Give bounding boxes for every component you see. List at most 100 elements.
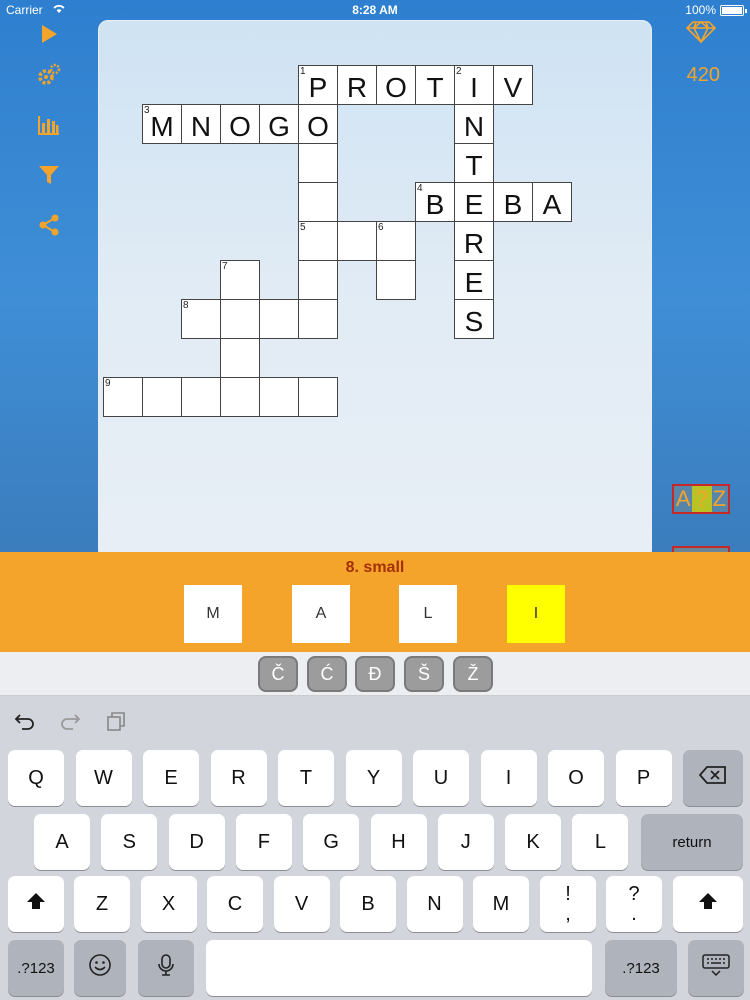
hide-keyboard-key[interactable] bbox=[688, 940, 744, 996]
grid-cell[interactable]: O bbox=[376, 65, 416, 105]
answer-box-active[interactable]: I bbox=[507, 585, 565, 643]
key-h[interactable]: H bbox=[370, 814, 427, 870]
key-question-period[interactable]: ?. bbox=[606, 876, 662, 932]
special-char-key[interactable]: Ć bbox=[307, 656, 347, 692]
grid-cell[interactable]: R bbox=[454, 221, 494, 261]
space-key[interactable] bbox=[206, 940, 592, 996]
grid-cell[interactable]: N bbox=[181, 104, 221, 144]
grid-cell[interactable]: R bbox=[337, 65, 377, 105]
key-n[interactable]: N bbox=[406, 876, 463, 932]
grid-cell[interactable]: 7 bbox=[220, 260, 260, 300]
grid-cell[interactable] bbox=[337, 221, 377, 261]
grid-cell[interactable] bbox=[259, 299, 299, 339]
key-j[interactable]: J bbox=[437, 814, 494, 870]
settings-icon[interactable] bbox=[36, 62, 62, 88]
grid-cell[interactable]: N bbox=[454, 104, 494, 144]
emoji-key[interactable] bbox=[74, 940, 126, 996]
key-v[interactable]: V bbox=[273, 876, 330, 932]
grid-cell[interactable] bbox=[220, 377, 260, 417]
grid-cell[interactable]: 1P bbox=[298, 65, 338, 105]
grid-cell[interactable]: 8 bbox=[181, 299, 221, 339]
special-char-key[interactable]: Č bbox=[258, 656, 298, 692]
special-char-key[interactable]: Ž bbox=[453, 656, 493, 692]
key-u[interactable]: U bbox=[413, 750, 469, 806]
grid-cell[interactable]: 4B bbox=[415, 182, 455, 222]
microphone-key[interactable] bbox=[138, 940, 194, 996]
grid-cell[interactable]: V bbox=[493, 65, 533, 105]
key-y[interactable]: Y bbox=[345, 750, 402, 806]
grid-cell[interactable] bbox=[376, 260, 416, 300]
grid-cell[interactable] bbox=[220, 338, 260, 378]
key-r[interactable]: R bbox=[210, 750, 267, 806]
grid-cell[interactable] bbox=[259, 377, 299, 417]
return-key[interactable]: return bbox=[641, 814, 743, 870]
shift-icon bbox=[25, 891, 47, 917]
grid-cell[interactable] bbox=[142, 377, 182, 417]
shift-key-left[interactable] bbox=[8, 876, 64, 932]
grid-cell[interactable]: T bbox=[415, 65, 455, 105]
numbers-key-right[interactable]: .?123 bbox=[605, 940, 677, 996]
cell-letter: O bbox=[385, 72, 407, 103]
key-e[interactable]: E bbox=[143, 750, 199, 806]
paste-icon[interactable] bbox=[103, 710, 129, 732]
grid-cell[interactable]: G bbox=[259, 104, 299, 144]
share-icon[interactable] bbox=[36, 212, 62, 238]
reveal-hint-button[interactable]: A ? Z bbox=[672, 484, 730, 514]
grid-cell[interactable]: E bbox=[454, 260, 494, 300]
key-k[interactable]: K bbox=[505, 814, 562, 870]
grid-cell[interactable]: 9 bbox=[103, 377, 143, 417]
grid-cell[interactable] bbox=[298, 182, 338, 222]
grid-cell[interactable]: B bbox=[493, 182, 533, 222]
redo-icon[interactable] bbox=[57, 710, 83, 732]
grid-cell[interactable] bbox=[298, 377, 338, 417]
answer-box[interactable]: M bbox=[184, 585, 242, 643]
key-m[interactable]: M bbox=[473, 876, 529, 932]
grid-cell[interactable] bbox=[298, 143, 338, 183]
key-t[interactable]: T bbox=[278, 750, 334, 806]
grid-cell[interactable]: T bbox=[454, 143, 494, 183]
backspace-key[interactable] bbox=[683, 750, 743, 806]
key-c[interactable]: C bbox=[207, 876, 263, 932]
key-q[interactable]: Q bbox=[8, 750, 64, 806]
key-p[interactable]: P bbox=[615, 750, 672, 806]
stats-icon[interactable] bbox=[36, 112, 62, 138]
cell-letter: R bbox=[463, 228, 485, 259]
key-s[interactable]: S bbox=[101, 814, 158, 870]
shift-key-right[interactable] bbox=[673, 876, 743, 932]
key-z[interactable]: Z bbox=[74, 876, 130, 932]
grid-cell[interactable]: E bbox=[454, 182, 494, 222]
key-exclamation-comma[interactable]: !, bbox=[540, 876, 596, 932]
grid-cell[interactable]: O bbox=[220, 104, 260, 144]
key-i[interactable]: I bbox=[480, 750, 537, 806]
play-icon[interactable] bbox=[36, 21, 62, 47]
grid-cell[interactable]: 3M bbox=[142, 104, 182, 144]
filter-icon[interactable] bbox=[36, 162, 62, 188]
grid-cell[interactable]: A bbox=[532, 182, 572, 222]
key-d[interactable]: D bbox=[168, 814, 225, 870]
grid-cell[interactable]: 6 bbox=[376, 221, 416, 261]
grid-cell[interactable]: 5 bbox=[298, 221, 338, 261]
key-b[interactable]: B bbox=[340, 876, 396, 932]
undo-icon[interactable] bbox=[12, 710, 38, 732]
key-l[interactable]: L bbox=[572, 814, 629, 870]
key-a[interactable]: A bbox=[34, 814, 90, 870]
answer-box[interactable]: L bbox=[399, 585, 457, 643]
grid-cell[interactable] bbox=[220, 299, 260, 339]
key-o[interactable]: O bbox=[548, 750, 604, 806]
grid-cell[interactable]: O bbox=[298, 104, 338, 144]
hint-left-letter: A bbox=[675, 486, 691, 511]
grid-cell[interactable] bbox=[298, 260, 338, 300]
numbers-key-left[interactable]: .?123 bbox=[8, 940, 64, 996]
diamond-icon[interactable] bbox=[685, 20, 717, 44]
grid-cell[interactable] bbox=[298, 299, 338, 339]
key-x[interactable]: X bbox=[140, 876, 197, 932]
key-g[interactable]: G bbox=[303, 814, 360, 870]
answer-box[interactable]: A bbox=[292, 585, 350, 643]
key-f[interactable]: F bbox=[235, 814, 292, 870]
special-char-key[interactable]: Š bbox=[404, 656, 444, 692]
key-w[interactable]: W bbox=[75, 750, 132, 806]
grid-cell[interactable]: S bbox=[454, 299, 494, 339]
grid-cell[interactable] bbox=[181, 377, 221, 417]
special-char-key[interactable]: Đ bbox=[355, 656, 395, 692]
grid-cell[interactable]: 2I bbox=[454, 65, 494, 105]
